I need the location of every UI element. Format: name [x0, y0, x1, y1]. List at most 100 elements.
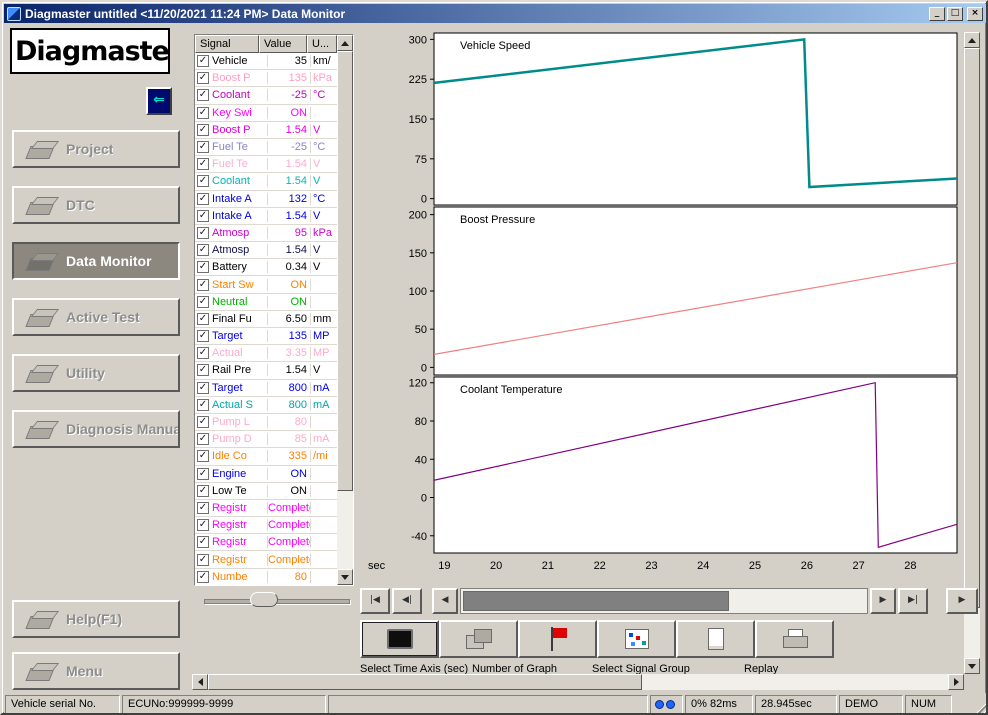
table-row[interactable]: ✓Actual3.35MP — [195, 345, 337, 362]
scroll-down-icon[interactable] — [337, 569, 353, 585]
signal-checkbox[interactable]: ✓ — [197, 571, 209, 583]
table-row[interactable]: ✓Boost P1.54V — [195, 122, 337, 139]
close-button[interactable]: × — [967, 7, 983, 21]
table-row[interactable]: ✓EngineON — [195, 466, 337, 483]
playback-scrollbar[interactable] — [460, 588, 868, 614]
play-forward-button[interactable]: ▶ — [870, 588, 896, 614]
signal-checkbox[interactable]: ✓ — [197, 364, 209, 376]
sidebar-item-utility[interactable]: Utility — [12, 354, 180, 392]
table-row[interactable]: ✓Target135MP — [195, 328, 337, 345]
table-row[interactable]: ✓Pump L80 — [195, 414, 337, 431]
time-axis-button[interactable] — [360, 620, 439, 658]
table-row[interactable]: ✓Atmosp1.54V — [195, 242, 337, 259]
signal-checkbox[interactable]: ✓ — [197, 468, 209, 480]
print-button[interactable] — [755, 620, 834, 658]
table-row[interactable]: ✓Fuel Te-25°C — [195, 139, 337, 156]
signal-checkbox[interactable]: ✓ — [197, 536, 209, 548]
signal-checkbox[interactable]: ✓ — [197, 330, 209, 342]
signal-checkbox[interactable]: ✓ — [197, 72, 209, 84]
scroll-up-icon[interactable] — [337, 35, 353, 51]
scroll-up-icon[interactable] — [964, 32, 980, 48]
horizontal-scrollbar[interactable] — [192, 674, 964, 690]
table-row[interactable]: ✓Final Fu6.50mm — [195, 311, 337, 328]
sidebar-item-dtc[interactable]: DTC — [12, 186, 180, 224]
scroll-left-icon[interactable] — [192, 674, 208, 690]
minimize-button[interactable]: _ — [929, 7, 945, 21]
table-row[interactable]: ✓Vehicle35km/ — [195, 53, 337, 70]
horizontal-scroll-thumb[interactable] — [208, 674, 642, 690]
go-start-button[interactable]: |◀ — [360, 588, 390, 614]
table-row[interactable]: ✓Key SwiON — [195, 105, 337, 122]
table-row[interactable]: ✓Fuel Te1.54V — [195, 156, 337, 173]
table-row[interactable]: ✓Coolant1.54V — [195, 173, 337, 190]
signal-checkbox[interactable]: ✓ — [197, 158, 209, 170]
signal-checkbox[interactable]: ✓ — [197, 55, 209, 67]
signal-checkbox[interactable]: ✓ — [197, 296, 209, 308]
signal-checkbox[interactable]: ✓ — [197, 313, 209, 325]
table-row[interactable]: ✓Rail Pre1.54V — [195, 362, 337, 379]
signal-checkbox[interactable]: ✓ — [197, 347, 209, 359]
signal-checkbox[interactable]: ✓ — [197, 416, 209, 428]
table-row[interactable]: ✓RegistrComplete — [195, 534, 337, 551]
table-row[interactable]: ✓RegistrComplete — [195, 551, 337, 568]
signal-checkbox[interactable]: ✓ — [197, 399, 209, 411]
title-bar[interactable]: Diagmaster untitled <11/20/2021 11:24 PM… — [4, 4, 986, 23]
signal-checkbox[interactable]: ✓ — [197, 261, 209, 273]
back-button[interactable]: ⇐ — [146, 87, 172, 115]
table-row[interactable]: ✓Target800mA — [195, 380, 337, 397]
sidebar-item-menu[interactable]: Menu — [12, 652, 180, 690]
signal-checkbox[interactable]: ✓ — [197, 210, 209, 222]
signal-checkbox[interactable]: ✓ — [197, 124, 209, 136]
sidebar-item-project[interactable]: Project — [12, 130, 180, 168]
replay-button[interactable] — [676, 620, 755, 658]
signal-checkbox[interactable]: ✓ — [197, 382, 209, 394]
signal-checkbox[interactable]: ✓ — [197, 175, 209, 187]
signal-checkbox[interactable]: ✓ — [197, 502, 209, 514]
table-row[interactable]: ✓Start SwON — [195, 276, 337, 293]
signal-checkbox[interactable]: ✓ — [197, 450, 209, 462]
table-row[interactable]: ✓RegistrComplete — [195, 517, 337, 534]
signal-checkbox[interactable]: ✓ — [197, 519, 209, 531]
table-row[interactable]: ✓NeutralON — [195, 294, 337, 311]
step-forward-button[interactable]: ▶| — [898, 588, 928, 614]
signal-checkbox[interactable]: ✓ — [197, 193, 209, 205]
signal-checkbox[interactable]: ✓ — [197, 433, 209, 445]
signal-flag-button[interactable] — [518, 620, 597, 658]
table-row[interactable]: ✓Atmosp95kPa — [195, 225, 337, 242]
playback-scroll-thumb[interactable] — [463, 591, 729, 611]
column-header-signal[interactable]: Signal — [195, 35, 259, 53]
chart-scroll-thumb[interactable] — [964, 48, 980, 608]
signal-checkbox[interactable]: ✓ — [197, 107, 209, 119]
table-row[interactable]: ✓Idle Co335/mi — [195, 448, 337, 465]
table-row[interactable]: ✓Boost P135kPa — [195, 70, 337, 87]
sidebar-item-active-test[interactable]: Active Test — [12, 298, 180, 336]
scroll-right-icon[interactable] — [948, 674, 964, 690]
graph-count-button[interactable] — [439, 620, 518, 658]
signal-checkbox[interactable]: ✓ — [197, 244, 209, 256]
time-slider-handle[interactable] — [250, 592, 278, 607]
table-row[interactable]: ✓Pump D85mA — [195, 431, 337, 448]
table-scroll-thumb[interactable] — [337, 51, 353, 491]
column-header-unit[interactable]: U... — [307, 35, 337, 53]
resize-grip[interactable] — [974, 701, 987, 714]
chart-scrollbar[interactable] — [964, 32, 980, 674]
table-row[interactable]: ✓Numbe80 — [195, 569, 337, 585]
table-row[interactable]: ✓RegistrComplete — [195, 500, 337, 517]
scroll-down-icon[interactable] — [964, 658, 980, 674]
table-row[interactable]: ✓Actual S800mA — [195, 397, 337, 414]
step-back-button[interactable]: ◀| — [392, 588, 422, 614]
signal-group-button[interactable] — [597, 620, 676, 658]
maximize-button[interactable]: □ — [947, 7, 963, 21]
table-row[interactable]: ✓Low TeON — [195, 483, 337, 500]
signal-checkbox[interactable]: ✓ — [197, 141, 209, 153]
play-back-button[interactable]: ◀ — [432, 588, 458, 614]
table-row[interactable]: ✓Intake A132°C — [195, 191, 337, 208]
signal-checkbox[interactable]: ✓ — [197, 485, 209, 497]
go-end-button[interactable]: ▶ — [946, 588, 978, 614]
column-header-value[interactable]: Value — [259, 35, 307, 53]
table-row[interactable]: ✓Battery0.34V — [195, 259, 337, 276]
signal-checkbox[interactable]: ✓ — [197, 554, 209, 566]
signal-checkbox[interactable]: ✓ — [197, 279, 209, 291]
table-scrollbar[interactable] — [337, 35, 353, 585]
table-row[interactable]: ✓Coolant-25°C — [195, 87, 337, 104]
